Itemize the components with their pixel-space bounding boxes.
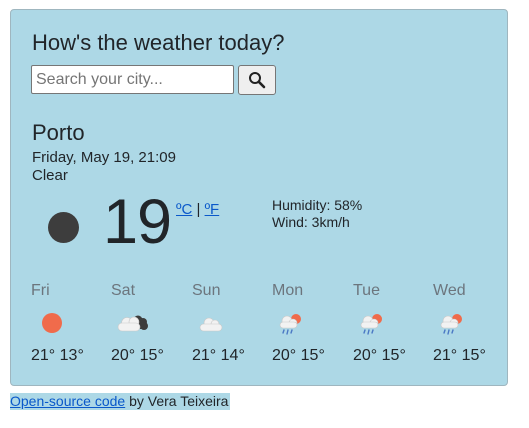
weather-description: Clear <box>32 167 68 184</box>
cloud-icon <box>199 317 223 332</box>
forecast-day-name: Mon <box>272 282 304 299</box>
forecast-day: Wed 21° 15° <box>433 282 514 364</box>
forecast-temps: 21° 14° <box>192 347 245 364</box>
rain-icon <box>360 314 382 335</box>
forecast-day: Fri 21° 13° <box>31 282 112 364</box>
search-icon <box>249 72 266 89</box>
rain-icon <box>440 314 462 335</box>
weather-stats: Humidity: 58% Wind: 3km/h <box>272 197 362 231</box>
unit-separator: | <box>196 201 201 218</box>
footer-byline: by Vera Teixeira <box>125 393 229 409</box>
forecast-day: Tue 20° 15° <box>353 282 434 364</box>
forecast-temps: 20° 15° <box>272 347 325 364</box>
forecast-day: Sun 21° 14° <box>192 282 273 364</box>
forecast-day: Mon 20° 15° <box>272 282 353 364</box>
forecast-day-name: Wed <box>433 282 466 299</box>
cloudy-icon <box>117 315 148 332</box>
fahrenheit-link[interactable]: ºF <box>205 201 220 218</box>
forecast-temps: 21° 13° <box>31 347 84 364</box>
search-input[interactable] <box>31 65 234 94</box>
city-name: Porto <box>32 120 85 145</box>
forecast-day-name: Sat <box>111 282 136 299</box>
wind: Wind: 3km/h <box>272 214 350 230</box>
source-code-link[interactable]: Open-source code <box>10 393 125 409</box>
humidity: Humidity: 58% <box>272 197 363 213</box>
sun-icon <box>42 313 62 333</box>
rain-icon <box>279 314 301 335</box>
search-button[interactable] <box>238 65 276 95</box>
weather-card: How's the weather today? Porto Friday, M… <box>10 9 508 386</box>
forecast-day-name: Fri <box>31 282 50 299</box>
forecast-day-name: Sun <box>192 282 221 299</box>
current-datetime: Friday, May 19, 21:09 <box>32 149 176 166</box>
unit-switch: ºC | ºF <box>176 201 219 218</box>
forecast-day-name: Tue <box>353 282 380 299</box>
forecast-temps: 21° 15° <box>433 347 486 364</box>
forecast-temps: 20° 15° <box>353 347 406 364</box>
footer: Open-source code by Vera Teixeira <box>10 393 231 410</box>
app-title: How's the weather today? <box>32 30 285 55</box>
forecast-day: Sat 20° 15° <box>111 282 192 364</box>
clear-night-icon <box>48 212 79 243</box>
celsius-link[interactable]: ºC <box>176 201 192 218</box>
current-temperature: 19 <box>103 187 172 257</box>
forecast-temps: 20° 15° <box>111 347 164 364</box>
